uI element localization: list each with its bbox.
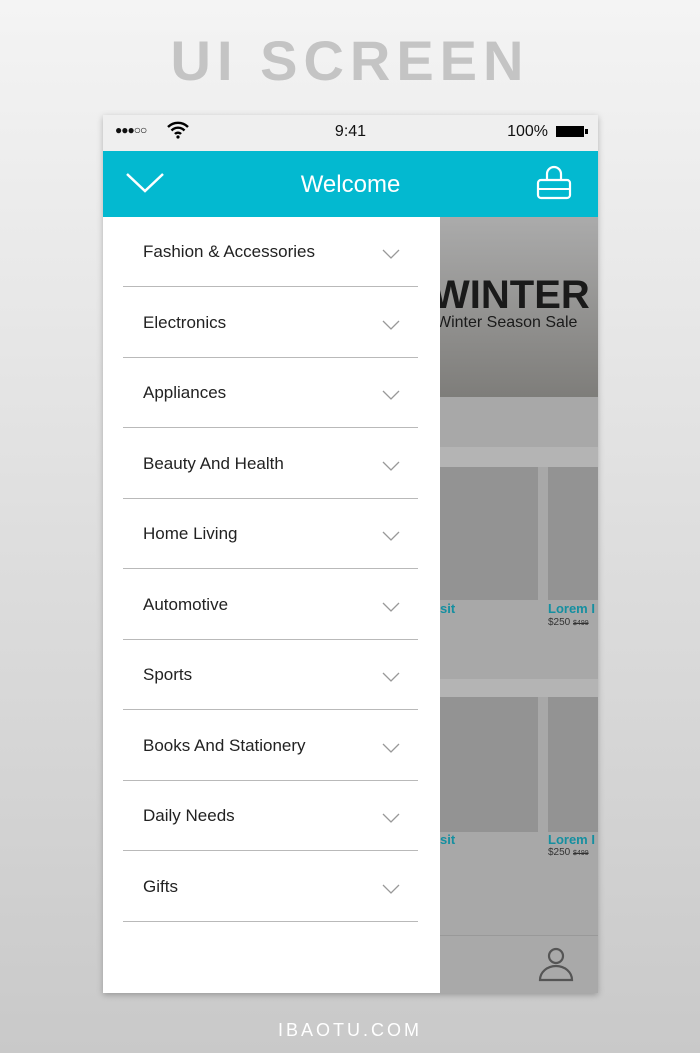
chevron-down-icon[interactable] [382,884,400,894]
menu-item-label: Gifts [143,876,178,896]
chevron-down-icon[interactable] [382,531,400,541]
user-icon[interactable] [538,946,574,982]
menu-item-label: Daily Needs [143,806,235,825]
chevron-down-icon[interactable] [382,320,400,330]
tab-bar [440,935,598,993]
status-bar: ●●●○○ 9:41 100% [103,115,598,151]
divider-strip [440,679,598,697]
shopping-bag-icon[interactable] [536,165,572,201]
battery-icon [556,126,588,137]
product-name: Lorem I [548,832,595,847]
home-content-behind-drawer: WINTER Winter Season Sale sit Lorem I $2… [432,217,598,993]
product-price: $250 $499 [548,617,589,628]
app-header: Welcome [103,151,598,217]
phone-screen: ●●●○○ 9:41 100% Welcome WINTER Winter Se… [103,115,598,993]
product-card[interactable] [548,697,598,832]
chevron-down-icon[interactable] [382,602,400,612]
banner-title: WINTER [432,273,590,317]
battery-percent: 100% [507,123,548,140]
menu-item-label: Home Living [143,524,238,543]
winter-banner[interactable]: WINTER Winter Season Sale [432,217,598,397]
menu-item-label: Beauty And Health [143,453,284,473]
menu-item-label: Fashion & Accessories [143,242,315,261]
menu-item[interactable]: Beauty And Health [123,429,418,499]
menu-item[interactable]: Gifts [123,852,418,922]
footer-watermark: IBAOTU.COM [277,1020,422,1040]
menu-item[interactable]: Electronics [123,288,418,358]
chevron-down-icon[interactable] [382,743,400,753]
menu-item-label: Automotive [143,594,229,614]
menu-item[interactable]: Daily Needs [123,781,418,851]
divider-strip [440,447,598,467]
page-title: UI SCREEN [170,29,530,92]
product-name: sit [440,832,456,847]
chevron-down-icon[interactable] [382,672,400,682]
product-card[interactable] [548,467,598,600]
chevron-down-icon[interactable] [382,461,400,471]
menu-item-label: Books And Stationery [143,735,306,755]
menu-item[interactable]: Appliances [123,358,418,428]
menu-item-label: Sports [143,665,193,684]
product-card[interactable] [440,697,538,832]
chevron-down-icon[interactable] [382,813,400,823]
chevron-down-icon[interactable] [382,390,400,400]
menu-item[interactable]: Sports [123,640,418,710]
category-drawer: Fashion & Accessories Electronics Applianc… [103,217,440,993]
menu-item-label: Appliances [143,383,227,402]
menu-item[interactable]: Books And Stationery [123,711,418,781]
product-name: sit [440,601,456,616]
menu-item-label: Electronics [143,312,227,332]
menu-item[interactable]: Home Living [123,499,418,569]
header-title: Welcome [300,171,401,198]
menu-item[interactable]: Automotive [123,570,418,640]
product-name: Lorem I [548,601,595,616]
product-card[interactable] [440,467,538,600]
product-price: $250 $499 [548,847,589,858]
chevron-down-icon[interactable] [382,249,400,259]
menu-item[interactable]: Fashion & Accessories [123,217,418,287]
banner-subtitle: Winter Season Sale [436,314,578,331]
